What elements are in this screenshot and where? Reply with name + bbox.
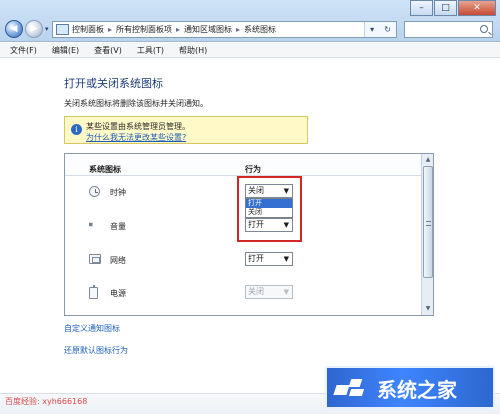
breadcrumb-control-panel[interactable]: 控制面板 [72,24,104,35]
power-behavior-value: 关闭 [248,287,264,296]
address-bar[interactable]: 控制面板 ▸ 所有控制面板项 ▸ 通知区域图标 ▸ 系统图标 ▾ ↻ [52,21,397,38]
admin-notice-text: 某些设置由系统管理员管理。 [86,122,190,131]
refresh-icon[interactable]: ↻ [384,25,391,34]
navigation-buttons: ◀ ▶ ▾ [5,20,57,38]
network-label: 网络 [110,256,126,265]
table-row-power: 电源 关闭 ▼ [65,285,423,309]
search-input[interactable] [404,21,493,38]
search-icon [480,25,488,33]
close-button[interactable]: ✕ [458,0,496,16]
menu-view[interactable]: 查看(V) [89,43,127,58]
table-header: 系统图标 行为 [65,154,423,176]
menu-file[interactable]: 文件(F) [5,43,42,58]
restore-default-icon-behavior-link[interactable]: 还原默认图标行为 [64,345,128,356]
minimize-button[interactable]: – [410,0,433,16]
info-icon: i [71,124,82,135]
admin-notice: i 某些设置由系统管理员管理。 为什么我无法更改某些设置? [64,116,308,144]
address-dropdown-icon[interactable]: ▾ [370,25,374,34]
network-icon [89,254,101,264]
menu-help[interactable]: 帮助(H) [174,43,212,58]
breadcrumb-system-icons[interactable]: 系统图标 [244,24,276,35]
customize-notification-icons-link[interactable]: 自定义通知图标 [64,323,120,334]
back-button[interactable]: ◀ [5,20,23,38]
table-scrollbar[interactable]: ▲ ▼ [421,154,433,315]
control-panel-icon [56,24,69,35]
menu-tools[interactable]: 工具(T) [132,43,169,58]
page-title: 打开或关闭系统图标 [64,77,163,90]
scroll-down-icon[interactable]: ▼ [423,304,433,314]
breadcrumb-separator-icon: ▸ [236,25,241,34]
breadcrumb-separator-icon: ▸ [108,25,113,34]
address-tools: ▾ ↻ [364,22,396,37]
baidu-watermark: 百度经验: xyh666168 [5,397,88,406]
page-description: 关闭系统图标将删除该图标并关闭通知。 [64,99,208,108]
system-home-logo: 系统之家 [325,366,495,409]
forward-button[interactable]: ▶ [25,20,43,38]
power-label: 电源 [110,289,126,298]
system-icons-column-header: 系统图标 [89,165,121,174]
admin-help-link[interactable]: 为什么我无法更改某些设置? [86,132,186,143]
scrollbar-thumb[interactable] [423,166,433,278]
network-behavior-value: 打开 [248,254,264,263]
chevron-down-icon: ▼ [283,255,289,263]
power-icon [89,285,98,299]
network-behavior-select[interactable]: 打开 ▼ [245,252,293,266]
breadcrumb-notification-icons[interactable]: 通知区域图标 [184,24,232,35]
logo-text: 系统之家 [377,378,457,402]
maximize-button[interactable]: □ [434,0,457,16]
windows-logo-icon [333,377,369,401]
volume-icon [89,220,97,229]
menu-bar: 文件(F) 编辑(E) 查看(V) 工具(T) 帮助(H) [0,43,500,58]
breadcrumb-separator-icon: ▸ [176,25,181,34]
clock-label: 时钟 [110,188,126,197]
scroll-grip-icon [426,221,431,226]
clock-icon [89,186,100,197]
behavior-column-header: 行为 [245,165,261,174]
table-row-network: 网络 打开 ▼ [65,252,423,276]
scroll-up-icon[interactable]: ▲ [423,155,433,165]
breadcrumb-all-items[interactable]: 所有控制面板项 [116,24,172,35]
power-behavior-select: 关闭 ▼ [245,285,293,299]
volume-label: 音量 [110,222,126,231]
highlighted-dropdown-annotation [237,176,302,242]
window-controls: – □ ✕ [410,0,496,16]
chevron-down-icon: ▼ [283,288,289,296]
menu-edit[interactable]: 编辑(E) [47,43,84,58]
